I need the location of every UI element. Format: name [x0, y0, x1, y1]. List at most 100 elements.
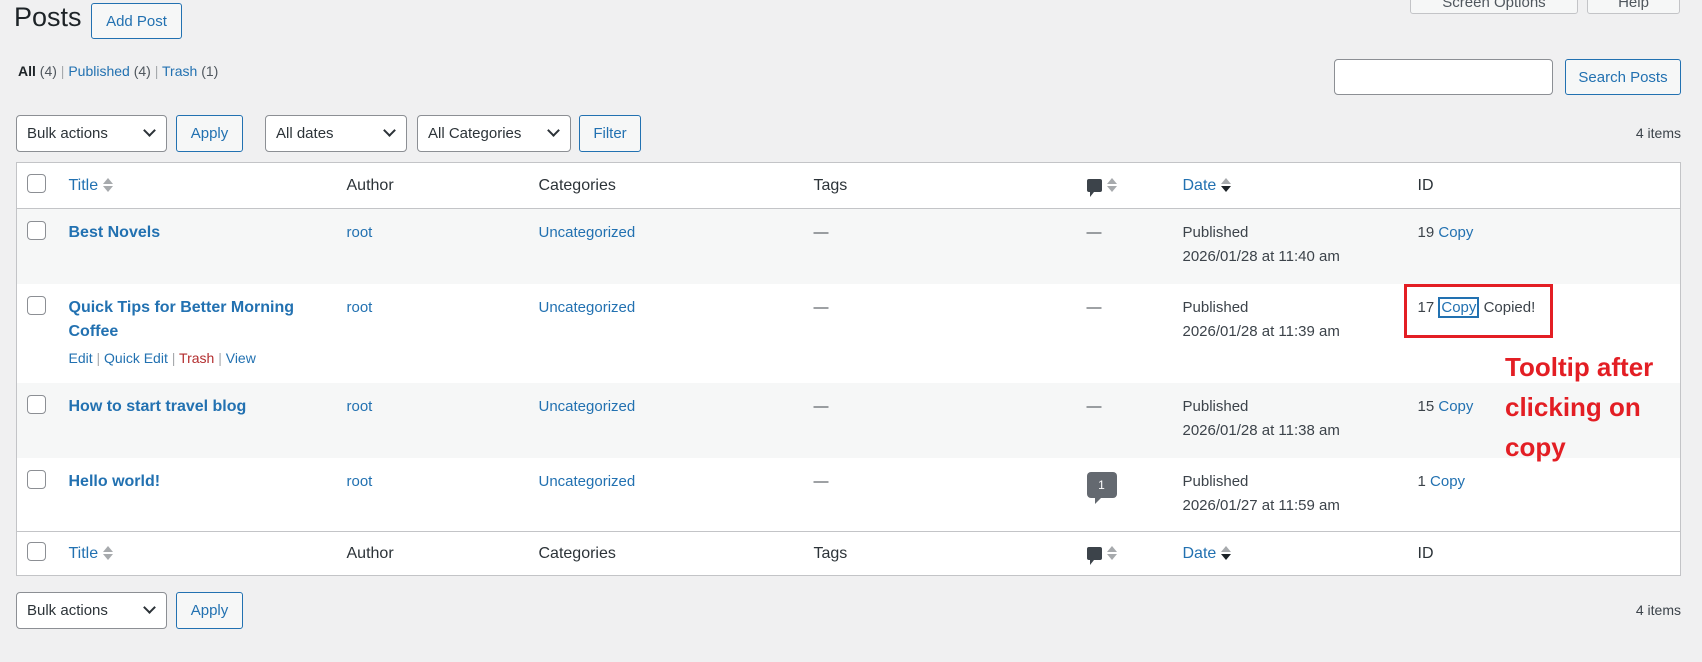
apply-button-bottom[interactable]: Apply — [176, 592, 243, 629]
comment-count-badge[interactable]: 1 — [1086, 471, 1117, 504]
row-checkbox[interactable] — [27, 394, 46, 414]
trash-link[interactable]: Trash — [179, 350, 214, 366]
help-button[interactable]: Help — [1587, 0, 1680, 14]
quick-edit-link[interactable]: Quick Edit — [104, 350, 168, 366]
author-link[interactable]: root — [347, 299, 373, 316]
copy-id-button[interactable]: Copy — [1438, 398, 1473, 415]
post-id: 15 — [1417, 397, 1435, 415]
copy-id-button[interactable]: Copy — [1430, 473, 1465, 490]
comments-cell: — — [1086, 298, 1102, 316]
items-count: 4 items — [1635, 125, 1681, 141]
category-link[interactable]: Uncategorized — [539, 398, 636, 415]
filter-all-count: (4) — [39, 63, 57, 79]
comments-cell: — — [1086, 224, 1102, 241]
column-tags: Tags — [803, 162, 1077, 209]
copy-id-button[interactable]: Copy — [1438, 224, 1473, 241]
sort-title-link[interactable]: Title — [69, 545, 99, 562]
annotation-line: clicking on — [1505, 392, 1641, 422]
annotation-line: copy — [1505, 432, 1566, 462]
filter-published-count: (4) — [133, 63, 151, 79]
sort-desc-icon — [1221, 178, 1232, 193]
tags-cell: — — [813, 224, 829, 241]
sort-icon — [103, 178, 114, 193]
sort-icon — [1106, 546, 1117, 561]
select-all-checkbox[interactable] — [27, 173, 46, 193]
post-date: 2026/01/28 at 11:38 am — [1182, 421, 1340, 439]
sort-date-link[interactable]: Date — [1183, 545, 1217, 562]
filter-trash-count: (1) — [201, 63, 219, 79]
table-row: How to start travel blog root Uncategori… — [16, 382, 1681, 458]
annotation-highlight-box — [1404, 284, 1553, 338]
chevron-down-icon — [143, 124, 156, 137]
bulk-actions-select-bottom[interactable]: Bulk actions — [16, 592, 167, 629]
search-input[interactable] — [1334, 59, 1553, 95]
post-date: 2026/01/28 at 11:39 am — [1182, 322, 1340, 340]
post-date: 2026/01/28 at 11:40 am — [1182, 248, 1340, 265]
items-count-bottom: 4 items — [1635, 602, 1681, 618]
post-status-filters: All (4) | Published (4) | Trash (1) — [18, 63, 219, 79]
page-title: Posts — [14, 2, 82, 32]
category-link[interactable]: Uncategorized — [539, 224, 636, 241]
categories-value: All Categories — [428, 125, 522, 142]
apply-button[interactable]: Apply — [176, 115, 243, 152]
post-id: 19 — [1417, 224, 1435, 241]
dates-value: All dates — [276, 125, 334, 142]
column-tags: Tags — [803, 531, 1077, 576]
row-actions: Edit | Quick Edit | Trash | View — [68, 349, 256, 366]
comment-icon[interactable] — [1086, 178, 1102, 197]
filter-all[interactable]: All — [18, 63, 36, 79]
post-title-link[interactable]: Best Novels — [69, 224, 161, 241]
search-posts-button[interactable]: Search Posts — [1565, 59, 1681, 95]
comment-icon[interactable] — [1086, 546, 1102, 565]
row-checkbox[interactable] — [27, 221, 46, 240]
screen-options-button[interactable]: Screen Options — [1410, 0, 1578, 14]
sort-title-link[interactable]: Title — [69, 177, 99, 194]
tags-cell: — — [813, 298, 829, 316]
edit-link[interactable]: Edit — [69, 350, 93, 366]
category-link[interactable]: Uncategorized — [539, 473, 636, 490]
author-link[interactable]: root — [347, 473, 373, 490]
post-title-link[interactable]: Quick Tips for Better Morning Coffee — [69, 299, 295, 340]
author-link[interactable]: root — [347, 224, 373, 241]
post-status: Published — [1182, 298, 1249, 316]
column-author: Author — [336, 531, 529, 576]
post-title-link[interactable]: Hello world! — [69, 473, 161, 490]
view-link[interactable]: View — [226, 350, 256, 366]
chevron-down-icon — [143, 601, 156, 614]
sort-date-link[interactable]: Date — [1183, 177, 1217, 194]
posts-table: Title Author Categories Tags Date ID Bes… — [16, 162, 1681, 576]
row-checkbox[interactable] — [27, 295, 46, 315]
annotation-text: Tooltip after clicking on copy — [1505, 347, 1653, 467]
post-status: Published — [1182, 224, 1249, 241]
table-row: Best Novels root Uncategorized — — Publi… — [16, 208, 1681, 284]
chevron-down-icon — [383, 124, 396, 137]
sort-icon — [1106, 178, 1117, 193]
categories-select[interactable]: All Categories — [417, 115, 571, 152]
column-categories: Categories — [528, 531, 804, 576]
dates-select[interactable]: All dates — [265, 115, 407, 152]
bulk-actions-select[interactable]: Bulk actions — [16, 115, 167, 152]
select-all-checkbox[interactable] — [27, 541, 46, 561]
post-title-link[interactable]: How to start travel blog — [69, 398, 247, 415]
sort-desc-icon — [1221, 546, 1232, 561]
row-checkbox[interactable] — [27, 469, 46, 489]
table-footer-row: Title Author Categories Tags Date ID — [16, 531, 1681, 576]
tags-cell: — — [813, 472, 829, 490]
table-row: Hello world! root Uncategorized — 1 Publ… — [17, 458, 1681, 532]
comments-cell: — — [1086, 397, 1102, 415]
column-author: Author — [336, 162, 529, 209]
filter-trash[interactable]: Trash — [162, 63, 197, 79]
add-post-button[interactable]: Add Post — [91, 3, 182, 39]
post-status: Published — [1182, 397, 1249, 415]
filter-button[interactable]: Filter — [579, 115, 641, 152]
post-date: 2026/01/27 at 11:59 am — [1182, 496, 1340, 514]
author-link[interactable]: root — [347, 398, 373, 415]
annotation-line: Tooltip after — [1505, 352, 1654, 382]
post-id: 1 — [1417, 472, 1426, 490]
category-link[interactable]: Uncategorized — [539, 299, 636, 316]
tags-cell: — — [813, 397, 829, 415]
bulk-actions-value: Bulk actions — [27, 125, 108, 142]
post-status: Published — [1182, 472, 1249, 490]
bulk-actions-value: Bulk actions — [27, 602, 108, 619]
filter-published[interactable]: Published — [68, 63, 130, 79]
